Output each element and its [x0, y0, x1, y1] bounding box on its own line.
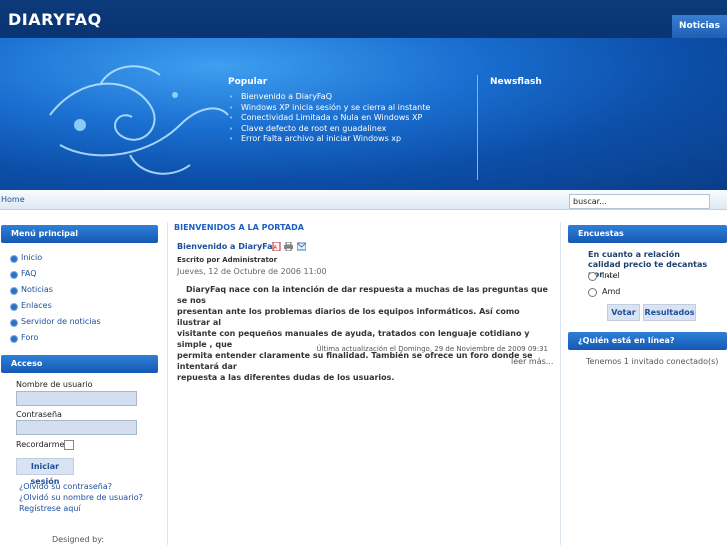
divider — [477, 75, 478, 180]
divider — [167, 222, 168, 545]
body-line: presentan ante los problemas diarios de … — [177, 307, 520, 327]
online-header: ¿Quién está en línea? — [568, 332, 727, 350]
main-menu: Inicio FAQ Noticias Enlaces Servidor de … — [10, 250, 101, 346]
username-field[interactable] — [16, 391, 137, 406]
article-title[interactable]: Bienvenido a DiaryFaQ — [177, 242, 279, 251]
site-logo[interactable]: DIARYFAQ — [8, 10, 102, 29]
popular-item[interactable]: Error Falta archivo al iniciar Windows x… — [228, 134, 430, 145]
body-line: repuesta a las diferentes dudas de los u… — [177, 373, 395, 382]
pdf-icon[interactable]: A — [272, 242, 281, 251]
online-count: Tenemos 1 invitado conectado(s) — [586, 357, 719, 366]
article-author: Escrito por Administrator — [177, 256, 278, 264]
menu-item-inicio[interactable]: Inicio — [10, 250, 101, 266]
designed-by: Designed by: — [52, 535, 105, 544]
password-label: Contraseña — [16, 410, 62, 419]
newsflash-title: Newsflash — [490, 77, 542, 87]
vote-button[interactable]: Votar — [607, 304, 640, 321]
body-line: permita entender claramente su finalidad… — [177, 351, 533, 371]
print-icon[interactable] — [284, 242, 293, 251]
popular-item[interactable]: Clave defecto de root en guadalinex — [228, 124, 430, 135]
login-button[interactable]: Iniciar sesión — [16, 458, 74, 486]
menu-item-faq[interactable]: FAQ — [10, 266, 101, 282]
poll-radio-amd[interactable] — [588, 288, 597, 297]
popular-item[interactable]: Conectividad Limitada o Nula en Windows … — [228, 113, 430, 124]
popular-item[interactable]: Windows XP inicia sesión y se cierra al … — [228, 103, 430, 114]
login-header: Acceso — [1, 355, 158, 373]
svg-text:A: A — [274, 245, 278, 251]
swirl-decoration-icon — [49, 65, 229, 175]
menu-item-enlaces[interactable]: Enlaces — [10, 298, 101, 314]
poll-header: Encuestas — [568, 225, 727, 243]
menu-item-noticias[interactable]: Noticias — [10, 282, 101, 298]
breadcrumb-home[interactable]: Home — [1, 195, 25, 204]
remember-checkbox[interactable] — [64, 440, 74, 450]
article-body: DiaryFaq nace con la intención de dar re… — [177, 284, 551, 383]
body-line: DiaryFaq nace con la intención de dar re… — [177, 285, 548, 305]
poll-option: Intel — [602, 271, 620, 280]
register-link[interactable]: Regístrese aquí — [19, 504, 81, 513]
article-date: Jueves, 12 de Octubre de 2006 11:00 — [177, 267, 327, 276]
forgot-password-link[interactable]: ¿Olvidó su contraseña? — [19, 482, 112, 491]
read-more-link[interactable]: leer más... — [511, 357, 553, 366]
results-button[interactable]: Resultados — [643, 304, 696, 321]
forgot-username-link[interactable]: ¿Olvidó su nombre de usuario? — [19, 493, 143, 502]
divider — [560, 222, 561, 545]
password-field[interactable] — [16, 420, 137, 435]
main-menu-header: Menú principal — [1, 225, 158, 243]
top-bar — [0, 0, 727, 38]
nav-button-noticias[interactable]: Noticias — [672, 15, 727, 38]
popular-title: Popular — [228, 77, 268, 87]
header-banner: DIARYFAQ Noticias Popular Bienvenido a D… — [0, 0, 727, 190]
popular-item[interactable]: Bienvenido a DiaryFaQ — [228, 92, 430, 103]
email-icon[interactable] — [297, 242, 306, 251]
username-label: Nombre de usuario — [16, 380, 93, 389]
menu-item-servidor[interactable]: Servidor de noticias — [10, 314, 101, 330]
menu-item-foro[interactable]: Foro — [10, 330, 101, 346]
page-title: BIENVENIDOS A LA PORTADA — [174, 223, 304, 232]
search-input[interactable]: buscar... — [569, 194, 710, 209]
remember-label: Recordarme — [16, 440, 65, 449]
poll-radio-intel[interactable] — [588, 272, 597, 281]
article-updated: Última actualización el Domingo, 29 de N… — [316, 345, 548, 353]
popular-list: Bienvenido a DiaryFaQ Windows XP inicia … — [228, 92, 430, 145]
poll-option: Amd — [602, 287, 621, 296]
